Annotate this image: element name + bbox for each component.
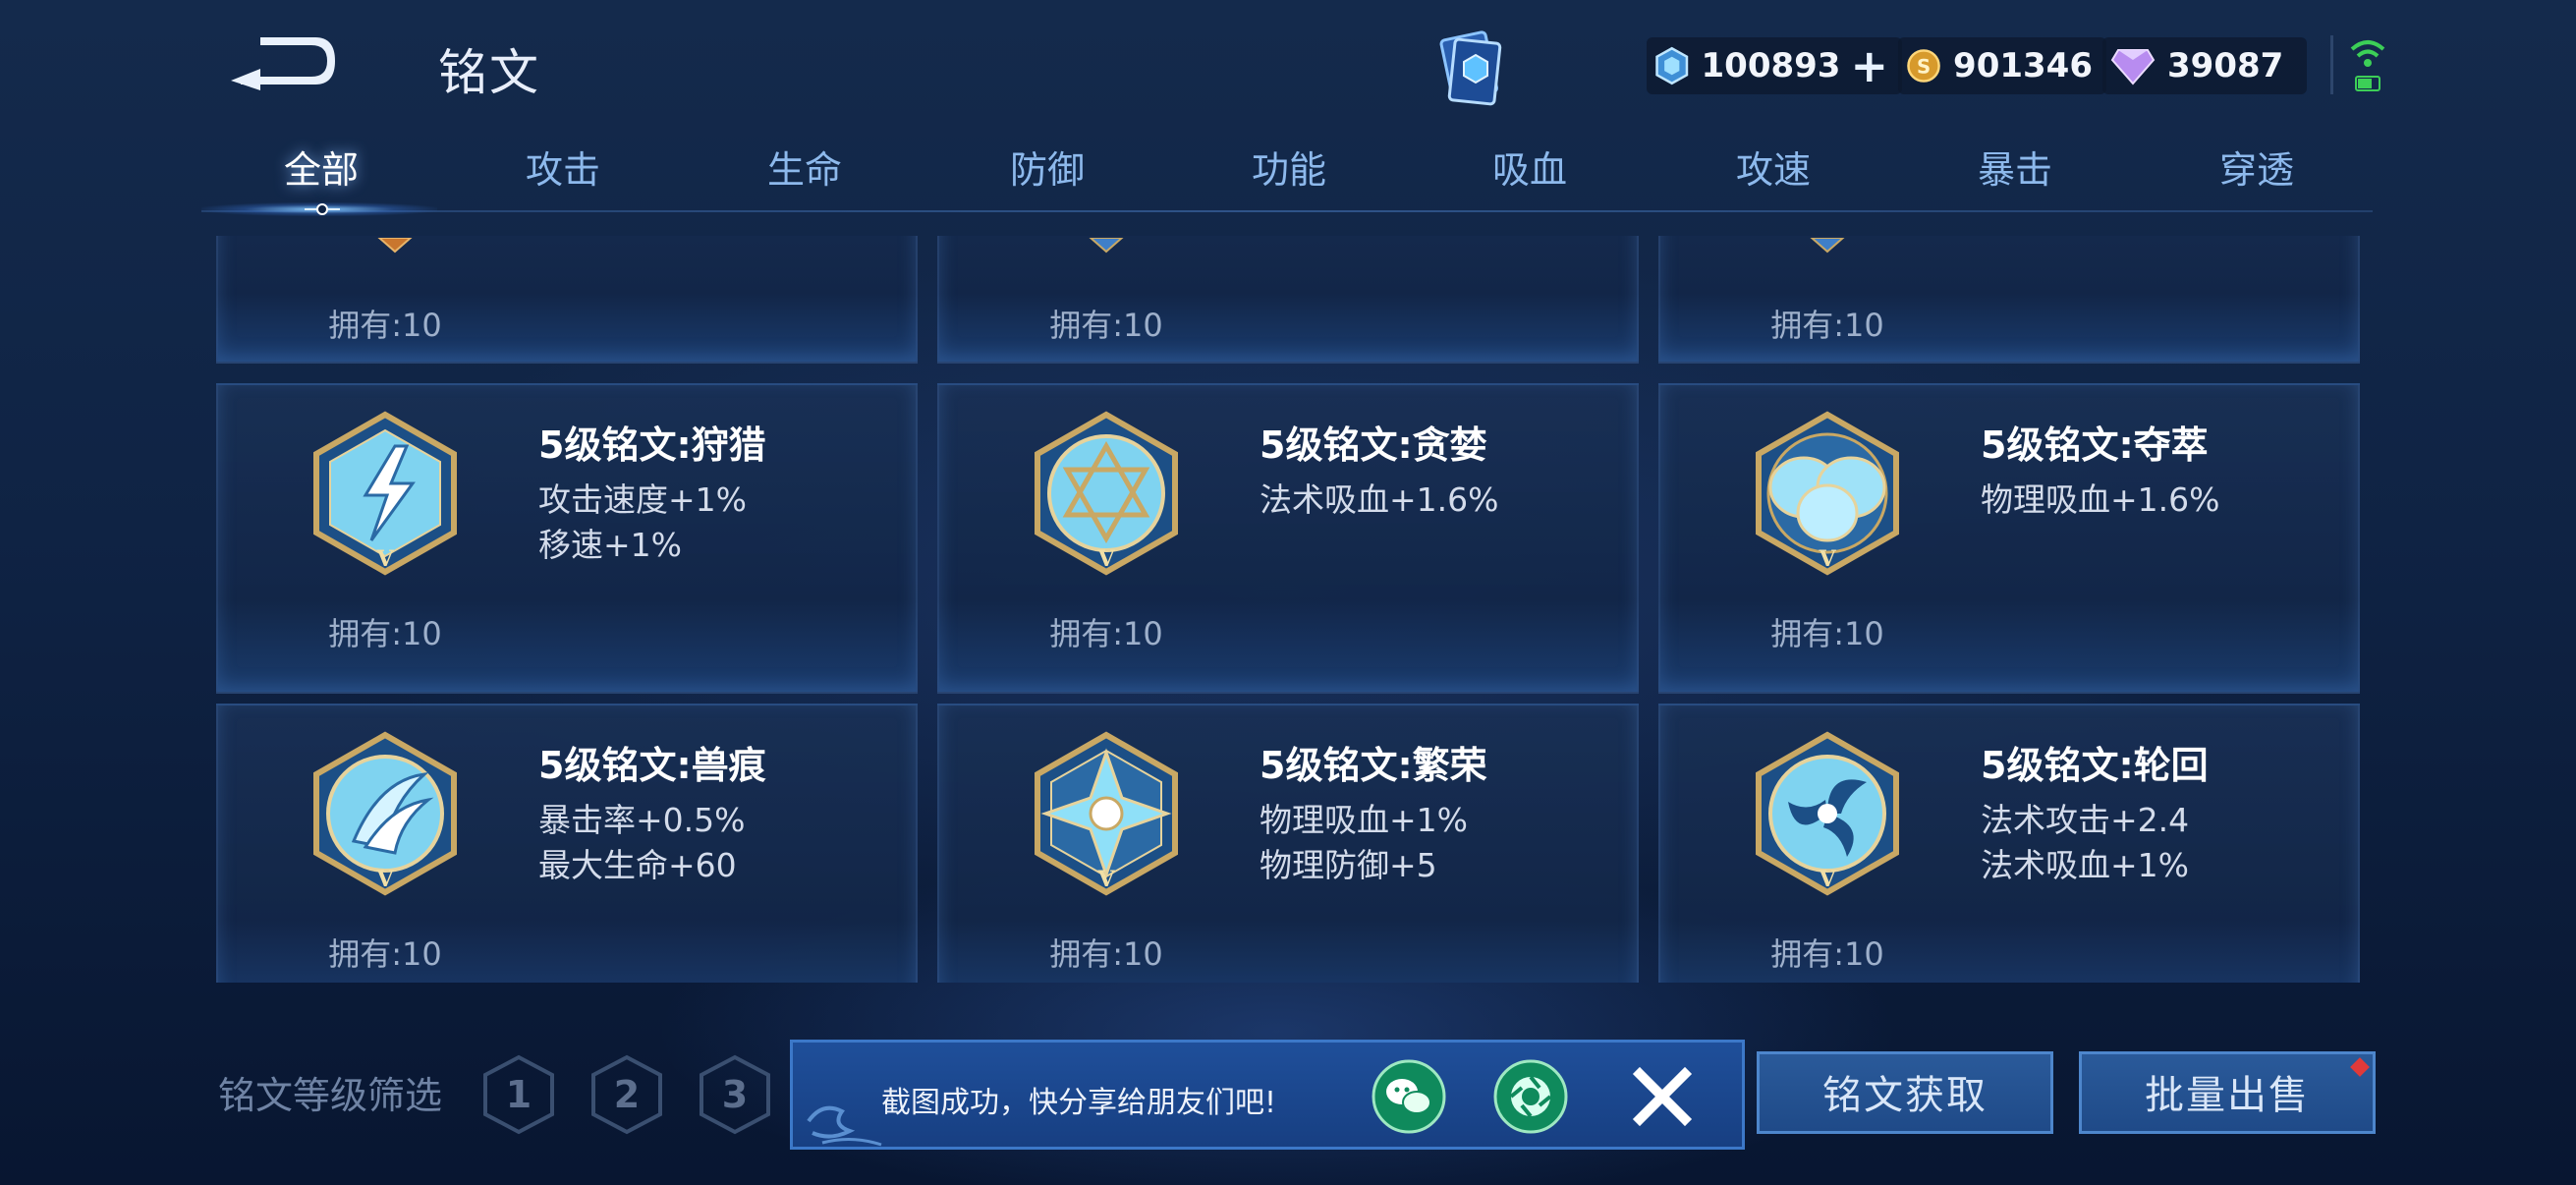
svg-text:V: V	[1096, 546, 1115, 572]
bulk-sell-label: 批量出售	[2145, 1073, 2310, 1118]
inscription-book-icon[interactable]	[1430, 26, 1509, 114]
inscription-card[interactable]: 拥有:10	[1658, 236, 2360, 364]
owned-count: 拥有:10	[328, 307, 442, 344]
acquire-inscription-button[interactable]: 铭文获取	[1757, 1051, 2053, 1134]
level-filter-label: 铭文等级筛选	[218, 1074, 443, 1117]
emblem-bottom-icon	[1089, 238, 1124, 254]
tab-penetration[interactable]: 穿透	[2158, 138, 2355, 206]
gold-balance: S 901346	[1898, 37, 2106, 94]
share-wechat-button[interactable]	[1371, 1058, 1447, 1135]
diamond-balance: 39087	[2102, 37, 2307, 94]
diamond-value: 39087	[2167, 46, 2284, 85]
bulk-sell-button[interactable]: 批量出售	[2079, 1051, 2376, 1134]
coupon-balance: 100893 +	[1647, 37, 1902, 94]
inscription-name: 5级铭文:轮回	[1981, 744, 2209, 787]
svg-text:V: V	[1096, 867, 1115, 892]
emblem-bottom-icon	[377, 238, 413, 254]
inscription-attr: 攻击速度+1%	[538, 480, 748, 519]
level-number: 3	[721, 1073, 749, 1116]
inscription-name: 5级铭文:兽痕	[538, 744, 766, 787]
owned-count: 拥有:10	[1770, 307, 1884, 344]
back-arrow-icon	[231, 37, 335, 90]
inscription-card-beast[interactable]: V 5级铭文:兽痕 暴击率+0.5% 最大生命+60 拥有:10	[216, 704, 918, 983]
owned-count: 拥有:10	[1770, 615, 1884, 652]
owned-count: 拥有:10	[1049, 307, 1163, 344]
svg-text:V: V	[1818, 546, 1836, 572]
tab-attack[interactable]: 攻击	[465, 138, 661, 206]
level-number: 2	[613, 1073, 641, 1116]
cross-emblem-icon: V	[1035, 731, 1178, 896]
inscription-grid: 拥有:10 拥有:10 拥有:10 V 5级铭文:狩猎 攻击速度+1% 移速+1…	[216, 236, 2360, 983]
level-filter-1[interactable]: 1	[481, 1053, 556, 1136]
level-number: 1	[505, 1073, 532, 1116]
inscription-name: 5级铭文:狩猎	[538, 423, 766, 467]
tab-attack-speed[interactable]: 攻速	[1675, 138, 1872, 206]
svg-text:S: S	[1917, 55, 1931, 78]
tab-underline	[201, 210, 2373, 212]
inscription-name: 5级铭文:繁荣	[1260, 744, 1487, 787]
category-tabs: 全部 攻击 生命 防御 功能 吸血 攻速 暴击 穿透	[201, 138, 2373, 216]
screenshot-share-toast: 截图成功，快分享给朋友们吧!	[790, 1040, 1745, 1150]
inscription-attr: 物理防御+5	[1260, 846, 1437, 884]
inscription-card-greed[interactable]: V 5级铭文:贪婪 法术吸血+1.6% 拥有:10	[937, 383, 1639, 694]
inscription-attr: 物理吸血+1%	[1260, 801, 1469, 839]
inscription-card[interactable]: 拥有:10	[937, 236, 1639, 364]
page-title: 铭文	[438, 44, 540, 101]
tab-health[interactable]: 生命	[706, 138, 903, 206]
inscription-card[interactable]: 拥有:10	[216, 236, 918, 364]
tab-all[interactable]: 全部	[223, 138, 420, 206]
tab-defense[interactable]: 防御	[949, 138, 1146, 206]
active-tab-marker-icon	[305, 203, 340, 215]
inscription-name: 5级铭文:贪婪	[1260, 423, 1487, 467]
inscription-attr: 法术吸血+1%	[1981, 846, 2190, 884]
wechat-icon	[1372, 1059, 1446, 1134]
inscription-card-plunder[interactable]: V 5级铭文:夺萃 物理吸血+1.6% 拥有:10	[1658, 383, 2360, 694]
svg-text:V: V	[1818, 867, 1836, 892]
level-filter-3[interactable]: 3	[698, 1053, 772, 1136]
tab-utility[interactable]: 功能	[1191, 138, 1387, 206]
claw-emblem-icon: V	[313, 731, 457, 896]
inscription-attr: 法术攻击+2.4	[1981, 801, 2190, 839]
inscription-attr: 法术吸血+1.6%	[1260, 480, 1499, 519]
back-button[interactable]	[221, 29, 339, 98]
tab-critical[interactable]: 暴击	[1917, 138, 2113, 206]
moments-shutter-icon	[1493, 1059, 1568, 1134]
inscription-name: 5级铭文:夺萃	[1981, 423, 2209, 467]
emblem-bottom-icon	[1810, 238, 1845, 254]
owned-count: 拥有:10	[1049, 935, 1163, 973]
gold-value: 901346	[1953, 46, 2093, 85]
inscription-card-reincarnation[interactable]: V 5级铭文:轮回 法术攻击+2.4 法术吸血+1% 拥有:10	[1658, 704, 2360, 983]
star-emblem-icon: V	[1035, 411, 1178, 576]
inscription-attr: 移速+1%	[538, 526, 683, 564]
close-icon	[1632, 1066, 1693, 1127]
lightning-emblem-icon: V	[313, 411, 457, 576]
inscription-card-prosperity[interactable]: V 5级铭文:繁荣 物理吸血+1% 物理防御+5 拥有:10	[937, 704, 1639, 983]
share-moments-button[interactable]	[1492, 1058, 1569, 1135]
tab-lifesteal[interactable]: 吸血	[1431, 138, 1628, 206]
owned-count: 拥有:10	[328, 615, 442, 652]
diamond-icon	[2110, 49, 2156, 85]
coupon-value: 100893	[1701, 46, 1841, 85]
level-filter-2[interactable]: 2	[589, 1053, 664, 1136]
wifi-signal-icon	[2348, 35, 2387, 96]
swirl-emblem-icon: V	[1756, 731, 1899, 896]
inscription-attr: 最大生命+60	[538, 846, 737, 884]
add-currency-button[interactable]: +	[1850, 43, 1888, 88]
inscription-attr: 暴击率+0.5%	[538, 801, 746, 839]
owned-count: 拥有:10	[328, 935, 442, 973]
svg-text:V: V	[375, 867, 394, 892]
svg-text:V: V	[375, 546, 394, 572]
notification-dot	[2350, 1057, 2370, 1077]
close-toast-button[interactable]	[1628, 1062, 1697, 1131]
owned-count: 拥有:10	[1770, 935, 1884, 973]
inscription-card-hunt[interactable]: V 5级铭文:狩猎 攻击速度+1% 移速+1% 拥有:10	[216, 383, 918, 694]
knot-emblem-icon: V	[1756, 411, 1899, 576]
gold-coin-icon: S	[1907, 49, 1940, 83]
header-divider	[2330, 35, 2333, 94]
inscription-attr: 物理吸血+1.6%	[1981, 480, 2220, 519]
toast-message: 截图成功，快分享给朋友们吧!	[881, 1086, 1277, 1120]
owned-count: 拥有:10	[1049, 615, 1163, 652]
crystal-coupon-icon	[1655, 46, 1689, 85]
